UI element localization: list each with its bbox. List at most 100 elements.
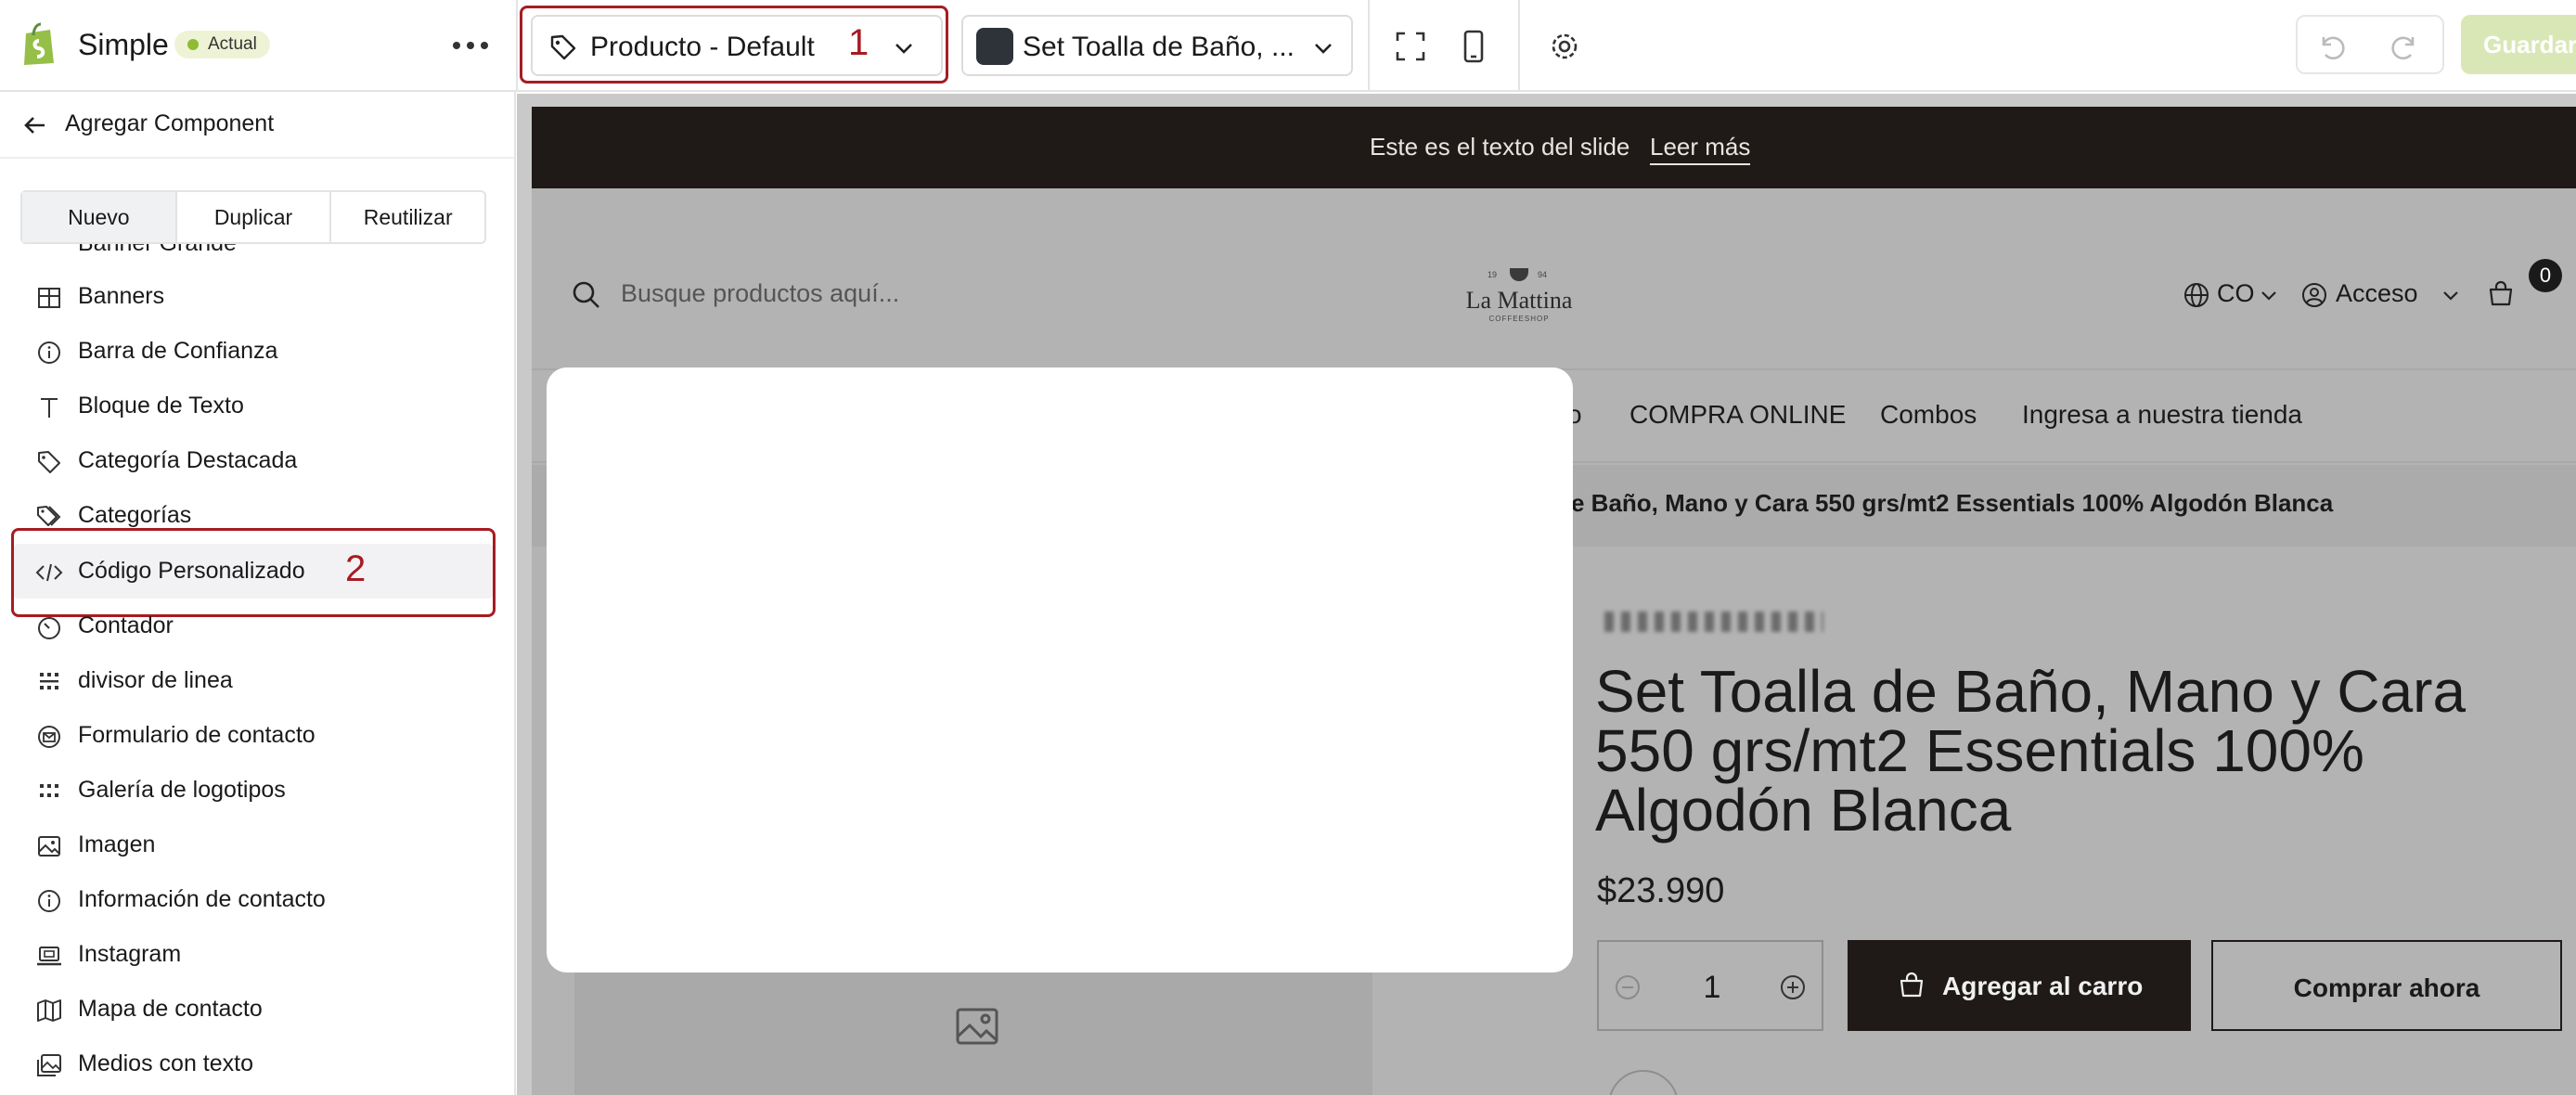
component-label: Banners xyxy=(78,283,165,309)
annotation-box xyxy=(520,6,948,84)
quantity-stepper: 1 xyxy=(1597,940,1823,1031)
arrow-left-icon xyxy=(24,117,45,134)
component-label: Información de contacto xyxy=(78,886,326,912)
breadcrumb-text: e Baño, Mano y Cara 550 grs/mt2 Essentia… xyxy=(1571,489,2334,517)
expand-icon xyxy=(1396,32,1425,61)
store-header: Busque productos aquí... 19 94 La Mattin… xyxy=(532,188,2576,370)
cart-icon xyxy=(1900,972,1924,998)
component-item-imagen[interactable]: Imagen xyxy=(0,818,514,872)
text-icon xyxy=(41,398,58,418)
brand-logo[interactable]: 19 94 La Mattina COFFEESHOP xyxy=(1463,266,1575,326)
undo-icon[interactable] xyxy=(2314,30,2348,63)
panel-title: Agregar Component xyxy=(65,110,275,136)
component-item-banners[interactable]: Banners xyxy=(0,269,514,324)
annotation-number: 2 xyxy=(345,548,367,589)
undo-redo-group xyxy=(2296,15,2444,74)
dots-grid-icon xyxy=(40,784,58,797)
brand-subtitle: COFFEESHOP xyxy=(1488,315,1550,323)
map-icon xyxy=(37,999,61,1022)
brand-year-left: 19 xyxy=(1488,270,1498,279)
component-item-bloque-texto[interactable]: Bloque de Texto xyxy=(0,379,514,433)
component-label: Categoría Destacada xyxy=(78,447,298,473)
chevron-down-icon xyxy=(2443,291,2458,301)
user-icon xyxy=(2302,283,2326,307)
component-item-formulario-contacto[interactable]: Formulario de contacto xyxy=(0,708,514,763)
image-icon xyxy=(38,836,60,857)
component-item-mapa-contacto[interactable]: Mapa de contacto xyxy=(0,982,514,1037)
announcement-link[interactable]: Leer más xyxy=(1650,133,1751,165)
divider xyxy=(1368,0,1370,92)
tab-duplicar[interactable]: Duplicar xyxy=(177,192,332,242)
announcement-bar: Este es el texto del slide Leer más xyxy=(532,107,2576,188)
mail-icon xyxy=(38,726,60,748)
product-select-label: Set Toalla de Baño, ... xyxy=(1023,32,1294,62)
component-item-instagram[interactable]: Instagram xyxy=(0,927,514,982)
add-to-cart-button[interactable]: Agregar al carro xyxy=(1848,940,2191,1031)
timer-icon xyxy=(38,617,60,639)
top-bar: Simple Actual Producto - Default 1 Set T… xyxy=(0,0,2576,92)
country-selector[interactable]: CO xyxy=(2217,279,2255,308)
component-item-divisor-linea[interactable]: divisor de linea xyxy=(0,653,514,708)
component-item-informacion-contacto[interactable]: Información de contacto xyxy=(0,872,514,927)
component-item-barra-confianza[interactable]: Barra de Confianza xyxy=(0,324,514,379)
nav-link-combos[interactable]: Combos xyxy=(1880,400,1977,430)
dot-icon xyxy=(467,42,474,49)
back-button[interactable]: Agregar Component xyxy=(0,92,514,159)
redo-icon[interactable] xyxy=(2389,30,2422,63)
dot-icon xyxy=(453,42,460,49)
product-select[interactable]: Set Toalla de Baño, ... xyxy=(961,15,1353,76)
nav-link-tienda[interactable]: Ingresa a nuestra tienda xyxy=(2022,400,2302,430)
gear-icon xyxy=(1552,33,1578,59)
divider xyxy=(516,0,518,92)
mobile-icon xyxy=(1463,30,1484,63)
chevron-down-icon xyxy=(1315,44,1332,54)
grid-icon xyxy=(40,673,58,689)
save-button[interactable]: Guardar xyxy=(2461,15,2576,74)
mobile-view-button[interactable] xyxy=(1448,20,1500,72)
image-placeholder-icon xyxy=(956,1008,998,1045)
brand-year-right: 94 xyxy=(1538,270,1548,279)
plus-icon[interactable] xyxy=(1779,973,1807,1001)
source-tabs: Nuevo Duplicar Reutilizar xyxy=(20,190,486,244)
buy-now-label: Comprar ahora xyxy=(2293,973,2480,1002)
shopping-bag-logo-icon xyxy=(24,22,54,65)
tab-reutilizar[interactable]: Reutilizar xyxy=(331,192,484,242)
component-item-categoria-destacada[interactable]: Categoría Destacada xyxy=(0,433,514,488)
settings-button[interactable] xyxy=(1539,20,1591,72)
announcement-text: Este es el texto del slide xyxy=(1370,133,1630,161)
more-options-button[interactable] xyxy=(449,26,492,63)
component-item-medios-texto[interactable]: Medios con texto xyxy=(0,1037,514,1091)
product-title: Set Toalla de Baño, Mano y Cara 550 grs/… xyxy=(1595,658,2467,844)
search-icon xyxy=(573,281,599,308)
images-icon xyxy=(37,1054,61,1076)
tags-icon xyxy=(37,506,61,526)
globe-icon xyxy=(2184,283,2209,307)
component-label: divisor de linea xyxy=(78,667,233,693)
component-item-contador[interactable]: Contador xyxy=(0,599,514,653)
cart-icon[interactable] xyxy=(2486,279,2516,309)
tag-icon xyxy=(38,451,60,473)
sidebar: Agregar Component Nuevo Duplicar Reutili… xyxy=(0,92,516,1095)
fullscreen-button[interactable] xyxy=(1385,20,1436,72)
search-input[interactable]: Busque productos aquí... xyxy=(621,279,899,308)
product-swatch xyxy=(976,28,1013,65)
component-label: Instagram xyxy=(78,941,182,967)
component-label: Formulario de contacto xyxy=(78,722,316,748)
status-badge: Actual xyxy=(174,31,270,58)
nav-link-compra-online[interactable]: COMPRA ONLINE xyxy=(1629,400,1846,430)
dot-icon xyxy=(481,42,488,49)
coffee-cup-icon xyxy=(1510,268,1528,281)
product-price: $23.990 xyxy=(1597,871,1725,910)
tab-nuevo[interactable]: Nuevo xyxy=(22,192,177,242)
annotation-number: 1 xyxy=(848,22,869,63)
account-link[interactable]: Acceso xyxy=(2336,279,2418,308)
component-label: Imagen xyxy=(78,831,156,857)
component-label: Contador xyxy=(78,612,174,638)
add-to-cart-label: Agregar al carro xyxy=(1942,972,2144,1000)
option-circle[interactable] xyxy=(1608,1070,1679,1095)
laptop-icon xyxy=(37,947,61,966)
component-item-galeria-logotipos[interactable]: Galería de logotipos xyxy=(0,763,514,818)
table-icon xyxy=(38,288,60,308)
buy-now-button[interactable]: Comprar ahora xyxy=(2211,940,2562,1031)
component-label: Mapa de contacto xyxy=(78,996,263,1022)
